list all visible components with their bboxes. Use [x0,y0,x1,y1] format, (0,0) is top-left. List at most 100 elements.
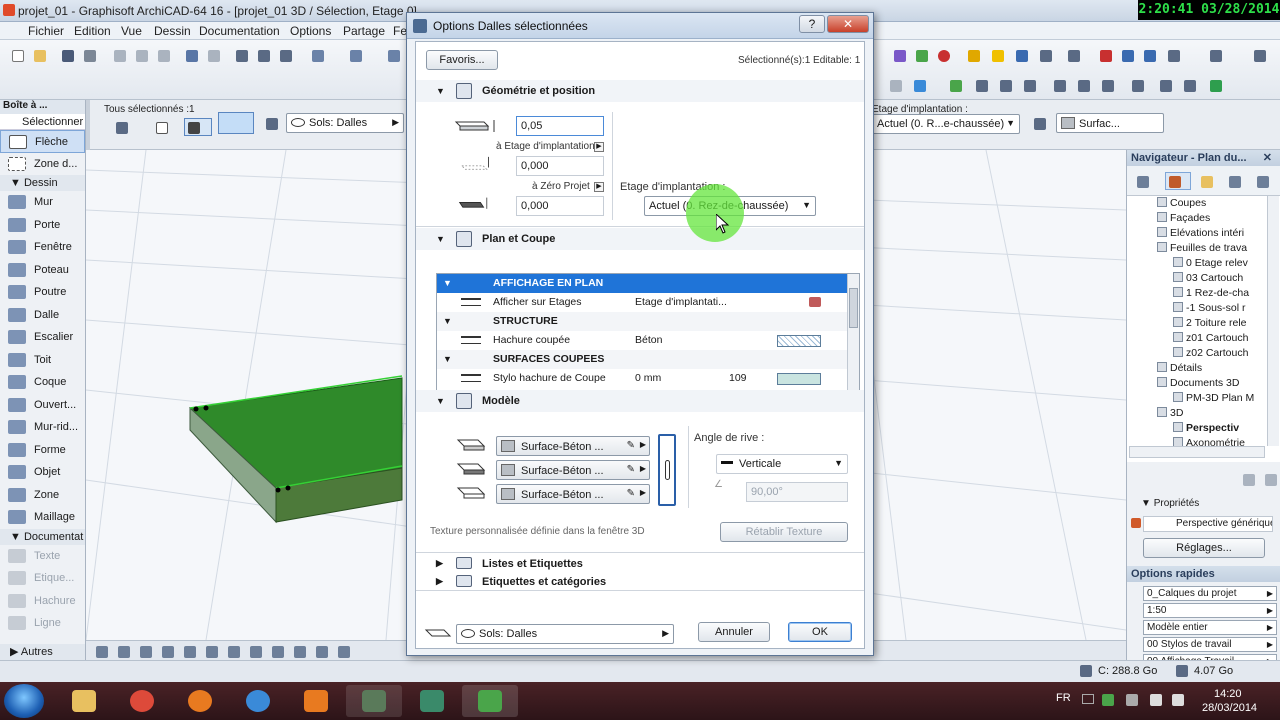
group-autres[interactable]: ▶ Autres [0,644,85,660]
navigator-tree-item[interactable]: Détails [1157,361,1265,376]
close-button[interactable]: ✕ [827,15,869,33]
offset-etage-field[interactable]: 0,000 [516,156,604,176]
archicad-taskbar-icon[interactable] [346,685,402,717]
slab-preview[interactable] [218,112,254,134]
slab-fill-icon[interactable] [184,118,212,136]
redo-icon[interactable] [204,46,222,64]
tool-11[interactable]: Forme [0,439,85,462]
ie-taskbar-icon[interactable] [230,685,286,717]
link-materials-chain[interactable] [658,434,676,506]
archicad-alt-taskbar-icon[interactable] [462,685,518,717]
table-scrollbar[interactable] [847,274,859,392]
menu-documentation[interactable]: Documentation [199,24,280,38]
menu-dessin[interactable]: Dessin [154,24,191,38]
selection-hotspot[interactable] [193,406,199,412]
table-scroll-thumb[interactable] [849,288,858,328]
navigator-tree-item[interactable]: 03 Cartouch [1173,271,1265,286]
explore-icon[interactable] [246,642,264,660]
selection-mode-icon[interactable] [308,46,326,64]
window-layout-icon[interactable] [1164,46,1182,64]
navigator-tree-item[interactable]: -1 Sous-sol r [1173,301,1265,316]
selection-hotspot[interactable] [275,487,281,493]
navigator-tree-item[interactable]: z01 Cartouch [1173,331,1265,346]
material-top-select[interactable]: Surface-Béton ... ✎ ▶ [496,436,650,456]
tool-2[interactable]: Fenêtre [0,236,85,259]
ref-zero-arrow-icon[interactable]: ▶ [594,182,604,192]
modele-section-header[interactable]: ▼ Modèle [416,390,864,412]
selection-hotspot[interactable] [285,485,291,491]
ok-button[interactable]: OK [788,622,852,642]
language-indicator[interactable]: FR [1056,692,1071,704]
tool-8[interactable]: Coque [0,371,85,394]
start-button[interactable] [4,684,44,718]
link-icon[interactable] [1030,114,1048,132]
menu-fichier[interactable]: Fichier [28,24,64,38]
material-bottom-select[interactable]: Surface-Béton ... ✎ ▶ [496,484,650,504]
quick-option-select[interactable]: 1:50 ▶ [1143,603,1277,618]
group-dessin[interactable]: ▼ Dessin [0,175,85,191]
light-icon[interactable] [964,46,982,64]
media-taskbar-icon[interactable] [288,685,344,717]
rect-method-icon[interactable] [152,118,170,136]
menu-vue[interactable]: Vue [121,24,142,38]
close-icon[interactable]: ✕ [1263,150,1272,166]
plan-coupe-section-header[interactable]: ▼ Plan et Coupe [416,228,864,250]
delete-view-icon[interactable] [1261,470,1279,488]
table-group-row[interactable]: ▼ AFFICHAGE EN PLAN [437,274,847,293]
drag-icon[interactable] [972,76,990,94]
trim-icon[interactable] [1128,76,1146,94]
cancel-button[interactable]: Annuler [698,622,770,642]
zoom-out-icon[interactable] [114,642,132,660]
layer-combo[interactable]: Sols: Dalles ▶ [286,113,404,133]
signal-tray-icon[interactable] [1150,694,1162,706]
menu-options[interactable]: Options [290,24,331,38]
find-select-icon[interactable] [232,46,250,64]
new-file-icon[interactable] [8,46,26,64]
surface-combo[interactable]: Surfac... [1056,113,1164,133]
ref-etage-arrow-icon[interactable]: ▶ [594,142,604,152]
tool-arrow[interactable]: Flèche [0,130,85,153]
move-icon[interactable] [946,76,964,94]
navigator-tree-item[interactable]: Feuilles de trava [1157,241,1265,256]
geometry-method-icon[interactable] [112,118,130,136]
group-icon[interactable] [1206,76,1224,94]
app-taskbar-icon[interactable] [404,685,460,717]
align-icon[interactable] [1098,76,1116,94]
tool-4[interactable]: Poutre [0,281,85,304]
doc-tool-3[interactable]: Ligne [0,612,85,635]
help-button[interactable]: ? [799,15,825,33]
star-icon[interactable] [988,46,1006,64]
network-tray-icon[interactable] [1102,694,1114,706]
syringe-icon[interactable] [276,46,294,64]
guide-icon[interactable] [384,46,402,64]
explorer-taskbar-icon[interactable] [56,685,112,717]
tool-7[interactable]: Toit [0,349,85,372]
reset-texture-button[interactable]: Rétablir Texture [720,522,848,542]
favoris-button[interactable]: Favoris... [426,50,498,70]
options-icon[interactable] [1250,46,1268,64]
doc-tool-1[interactable]: Etique... [0,567,85,590]
layout-book-tab[interactable] [1197,172,1215,190]
doc-tool-2[interactable]: Hachure [0,590,85,613]
tool-12[interactable]: Objet [0,461,85,484]
tool-3[interactable]: Poteau [0,259,85,282]
menu-edition[interactable]: Edition [74,24,111,38]
etage-combo[interactable]: Actuel (0. R...e-chaussée) ▼ [872,114,1020,134]
properties-title[interactable]: ▼ Propriétés [1141,498,1199,509]
tool-0[interactable]: Mur [0,191,85,214]
calc-icon[interactable] [1036,46,1054,64]
open-folder-icon[interactable] [30,46,48,64]
book-icon[interactable] [1012,46,1030,64]
firefox-taskbar-icon[interactable] [172,685,228,717]
navigator-h-scrollbar[interactable] [1129,446,1265,458]
menu-partage[interactable]: Partage [343,24,385,38]
chrome-taskbar-icon[interactable] [114,685,170,717]
tool-13[interactable]: Zone [0,484,85,507]
pan-icon[interactable] [202,642,220,660]
navigator-tree-item[interactable]: Perspectiv [1173,421,1265,436]
taskbar-time[interactable]: 14:20 [1214,688,1242,700]
mirror-icon[interactable] [1050,76,1068,94]
tool-5[interactable]: Dalle [0,304,85,327]
listes-section-header[interactable]: ▶ Listes et Etiquettes [416,554,864,572]
split-icon[interactable] [1156,76,1174,94]
